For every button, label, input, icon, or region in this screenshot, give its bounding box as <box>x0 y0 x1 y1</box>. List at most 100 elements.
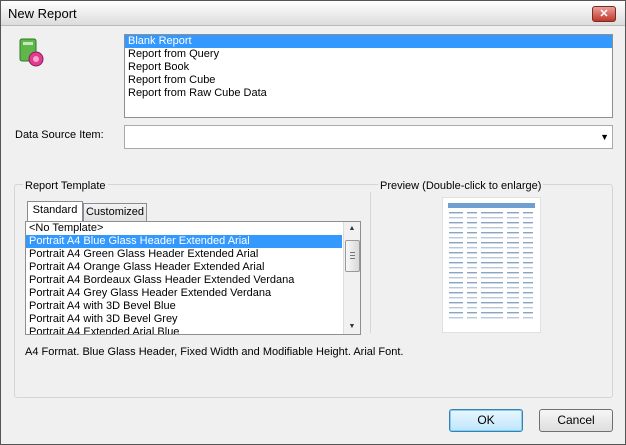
template-item[interactable]: Portrait A4 Blue Glass Header Extended A… <box>26 235 342 248</box>
preview-line <box>481 262 503 264</box>
preview-line <box>523 262 533 264</box>
scroll-down-icon[interactable]: ▼ <box>344 320 360 334</box>
preview-line <box>449 242 463 244</box>
preview-line <box>449 272 463 274</box>
template-item[interactable]: Portrait A4 Green Glass Header Extended … <box>26 248 342 261</box>
chevron-down-icon[interactable]: ▼ <box>600 132 609 142</box>
preview-line <box>467 227 477 229</box>
preview-line <box>481 242 503 244</box>
preview-line <box>481 287 503 289</box>
preview-line <box>523 267 533 269</box>
report-type-list[interactable]: Blank Report Report from Query Report Book… <box>124 34 613 118</box>
preview-line <box>449 252 463 254</box>
preview-line <box>507 307 519 309</box>
preview-line <box>467 232 477 234</box>
preview-line <box>481 267 503 269</box>
preview-line <box>507 282 519 284</box>
preview-line <box>507 252 519 254</box>
scroll-thumb[interactable] <box>345 240 360 272</box>
preview-line <box>481 232 503 234</box>
preview-line <box>523 312 533 314</box>
preview-line <box>467 217 477 219</box>
close-icon: ✕ <box>599 8 609 20</box>
preview-line <box>481 307 503 309</box>
preview-line <box>467 252 477 254</box>
new-report-dialog: New Report ✕ Blank Report Report from Que… <box>0 0 626 445</box>
preview-line <box>449 237 463 239</box>
report-type-item[interactable]: Report from Query <box>125 48 612 61</box>
preview-line <box>449 292 463 294</box>
preview-line <box>467 247 477 249</box>
preview-line <box>481 297 503 299</box>
template-description: A4 Format. Blue Glass Header, Fixed Widt… <box>25 346 404 358</box>
preview-line <box>481 247 503 249</box>
template-item[interactable]: Portrait A4 Extended Arial Blue <box>26 326 342 334</box>
preview-line <box>481 282 503 284</box>
preview-line <box>523 272 533 274</box>
template-preview-image[interactable] <box>442 197 541 333</box>
cancel-button[interactable]: Cancel <box>539 409 613 432</box>
preview-line <box>467 312 477 314</box>
preview-line <box>481 277 503 279</box>
preview-line <box>481 252 503 254</box>
template-list[interactable]: <No Template> Portrait A4 Blue Glass Head… <box>25 221 361 335</box>
preview-line <box>507 297 519 299</box>
window-title: New Report <box>8 6 77 21</box>
preview-line <box>467 302 477 304</box>
preview-line <box>467 282 477 284</box>
preview-line <box>523 282 533 284</box>
preview-line <box>467 212 477 214</box>
preview-line <box>523 297 533 299</box>
preview-line <box>449 232 463 234</box>
preview-line <box>507 222 519 224</box>
preview-line <box>523 257 533 259</box>
template-item[interactable]: Portrait A4 Grey Glass Header Extended V… <box>26 287 342 300</box>
preview-line <box>523 292 533 294</box>
data-source-combo[interactable]: ▼ <box>124 125 613 149</box>
preview-line <box>507 212 519 214</box>
title-bar[interactable]: New Report ✕ <box>1 1 625 26</box>
preview-line <box>507 217 519 219</box>
template-item[interactable]: Portrait A4 with 3D Bevel Grey <box>26 313 342 326</box>
preview-line <box>449 217 463 219</box>
report-type-item[interactable]: Report from Raw Cube Data <box>125 87 612 100</box>
preview-line <box>467 267 477 269</box>
preview-line <box>507 257 519 259</box>
preview-line <box>523 237 533 239</box>
tab-standard[interactable]: Standard <box>27 201 83 221</box>
preview-line <box>481 317 503 319</box>
report-type-item[interactable]: Report from Cube <box>125 74 612 87</box>
preview-lines <box>449 212 533 319</box>
preview-line <box>507 287 519 289</box>
preview-line <box>449 222 463 224</box>
preview-line <box>449 212 463 214</box>
preview-line <box>449 317 463 319</box>
preview-line <box>523 252 533 254</box>
report-type-item[interactable]: Report Book <box>125 61 612 74</box>
report-type-item[interactable]: Blank Report <box>125 35 612 48</box>
preview-line <box>523 277 533 279</box>
preview-line <box>467 222 477 224</box>
scroll-up-icon[interactable]: ▲ <box>344 222 360 236</box>
preview-line <box>449 257 463 259</box>
preview-line <box>507 312 519 314</box>
preview-line <box>467 317 477 319</box>
preview-line <box>507 317 519 319</box>
close-button[interactable]: ✕ <box>592 6 616 22</box>
template-item[interactable]: Portrait A4 Bordeaux Glass Header Extend… <box>26 274 342 287</box>
preview-line <box>481 292 503 294</box>
preview-line <box>523 232 533 234</box>
ok-button[interactable]: OK <box>449 409 523 432</box>
template-item[interactable]: Portrait A4 with 3D Bevel Blue <box>26 300 342 313</box>
preview-line <box>507 242 519 244</box>
tab-customized[interactable]: Customized <box>83 203 147 221</box>
preview-line <box>449 312 463 314</box>
preview-line <box>449 307 463 309</box>
template-item[interactable]: Portrait A4 Orange Glass Header Extended… <box>26 261 342 274</box>
template-item[interactable]: <No Template> <box>26 222 342 235</box>
template-scrollbar[interactable]: ▲ ▼ <box>343 222 360 334</box>
preview-line <box>481 302 503 304</box>
preview-line <box>507 237 519 239</box>
preview-line <box>523 302 533 304</box>
preview-line <box>449 277 463 279</box>
